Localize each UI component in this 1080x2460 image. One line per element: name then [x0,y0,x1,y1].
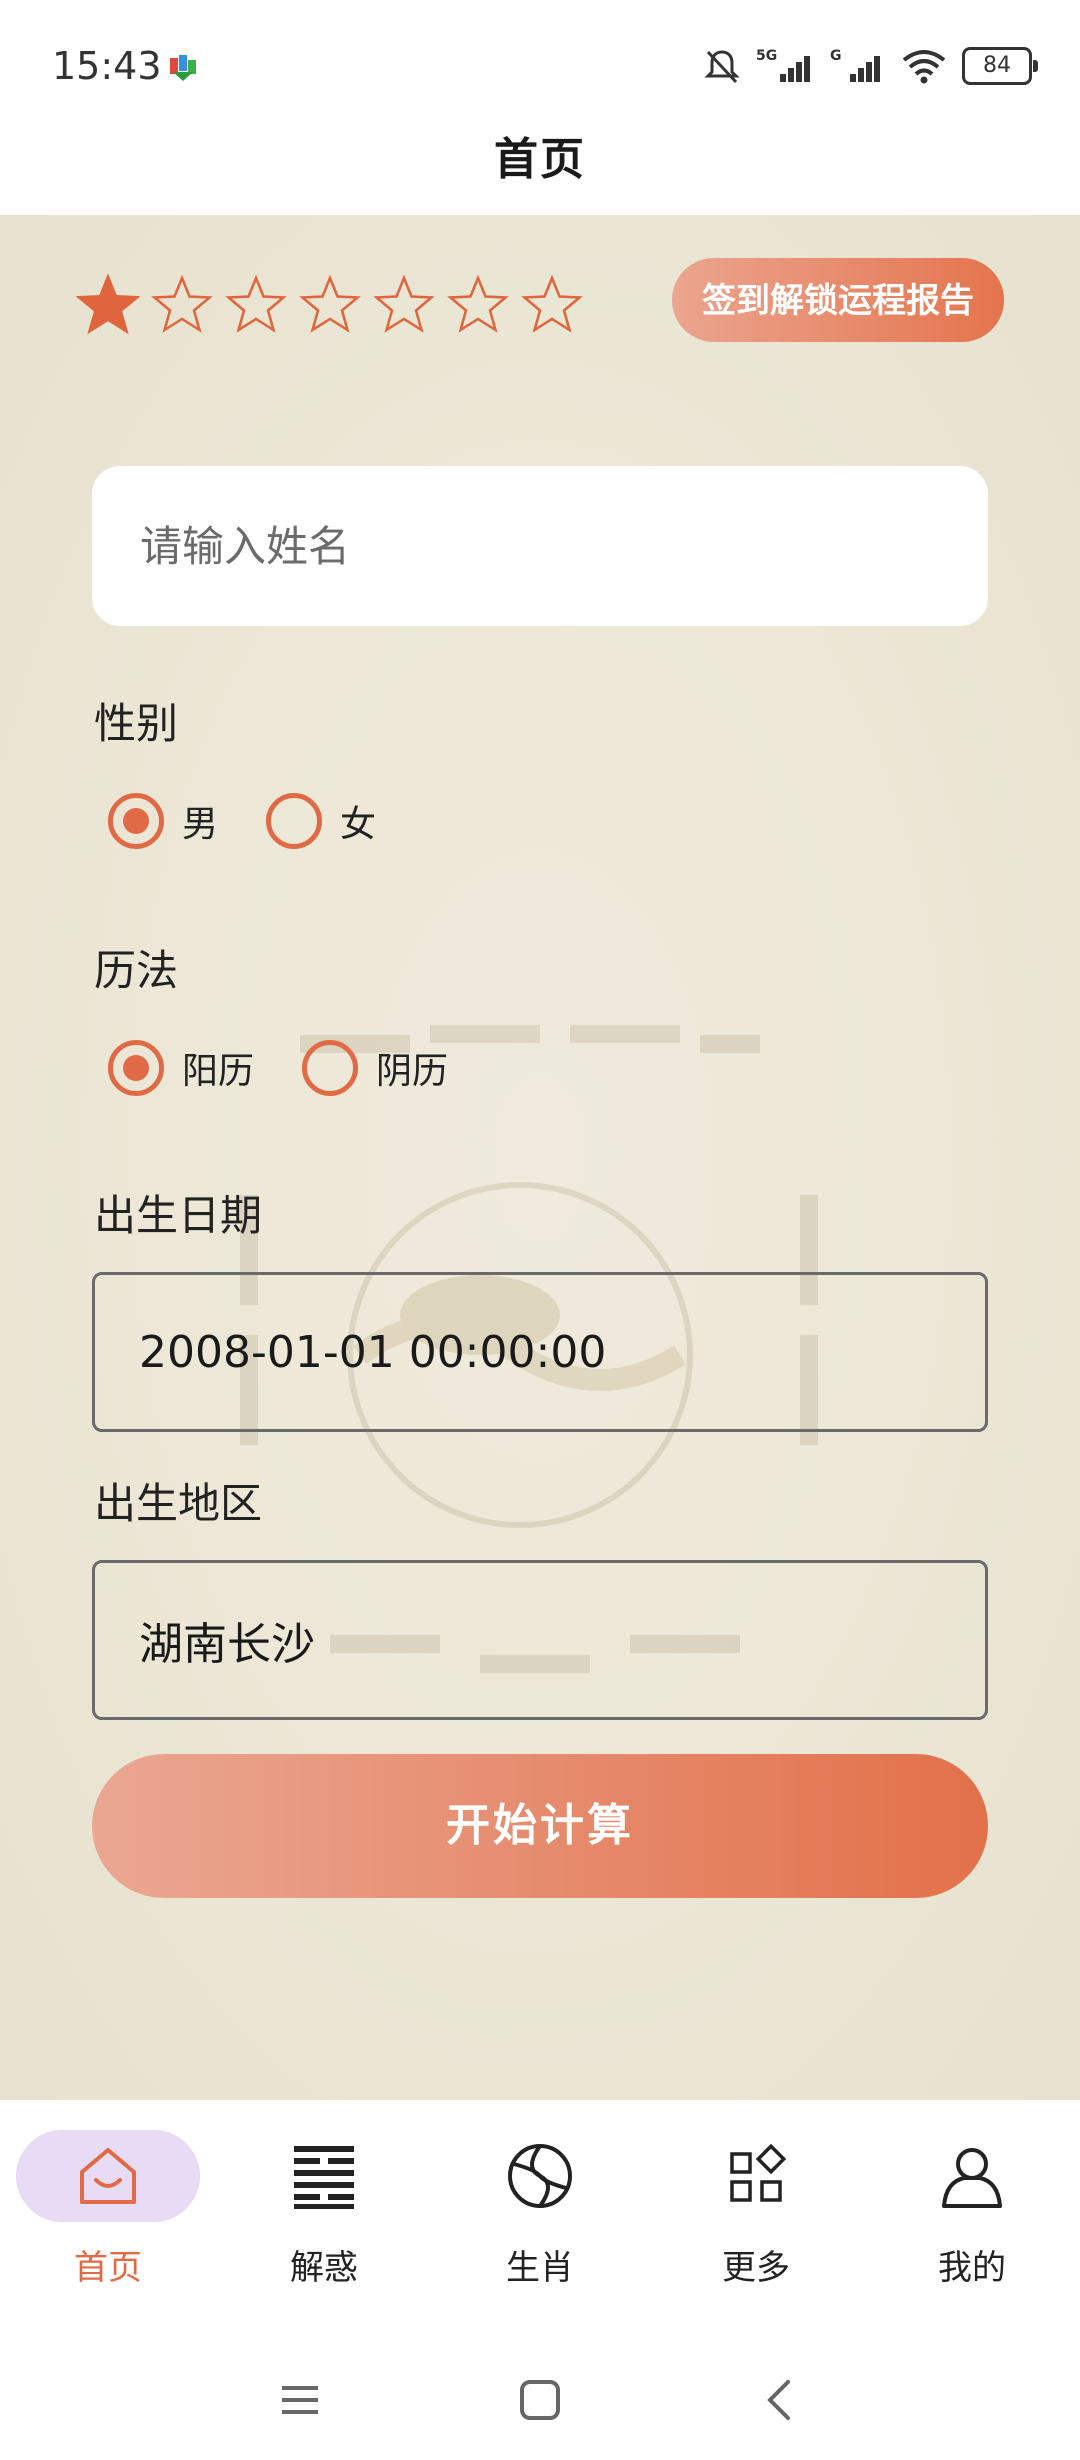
nav-item-profile[interactable]: 我的 [864,2130,1080,2320]
nav-icon-wrap [880,2130,1064,2222]
gender-option-male[interactable]: 男 [108,793,218,849]
nav-item-home[interactable]: 首页 [0,2130,216,2320]
system-nav-bar [0,2330,1080,2460]
app-notification-icon [170,55,196,81]
hexagram-icon [294,2146,354,2209]
star-rating[interactable] [76,272,584,336]
birth-date-field[interactable]: 2008-01-01 00:00:00 [92,1272,988,1432]
back-icon[interactable] [750,2370,810,2430]
status-icons: 5G G 84 [702,46,1038,86]
star-outline-icon[interactable] [372,272,436,336]
gender-option-label: 男 [182,804,219,845]
gender-option-label: 女 [340,804,377,845]
zodiac-icon [508,2144,572,2208]
birth-region-label: 出生地区 [94,1479,263,1528]
birth-date-label: 出生日期 [94,1191,263,1240]
status-bar: 15:43 5G G 84 [0,0,1080,135]
radio-checked-icon[interactable] [108,1040,164,1096]
checkin-unlock-report-button[interactable]: 签到解锁运程报告 [672,258,1004,342]
menu-icon[interactable] [270,2370,330,2430]
svg-text:G: G [830,48,842,64]
calendar-option-solar[interactable]: 阳历 [108,1040,254,1096]
name-input[interactable] [138,520,942,572]
nav-label: 解惑 [290,2248,358,2288]
nav-label: 首页 [74,2248,142,2288]
mute-icon [704,50,740,84]
start-calculate-button[interactable]: 开始计算 [92,1754,988,1898]
birth-region-value: 湖南长沙 [139,1619,315,1670]
bottom-nav: 首页 解惑 生肖 更多 我的 [0,2100,1080,2330]
gender-label: 性别 [94,699,179,748]
wifi-icon [902,50,946,84]
birth-region-field[interactable]: 湖南长沙 [92,1560,988,1720]
name-field[interactable] [92,466,988,626]
main-content: 签到解锁运程报告 性别 男 女 历法 阳历 阴历 [0,215,1080,2100]
calendar-label: 历法 [94,946,179,995]
battery-level: 84 [983,53,1011,78]
signal-5g-icon: 5G [756,48,810,82]
birth-date-value: 2008-01-01 00:00:00 [139,1326,607,1378]
nav-icon-wrap [664,2130,848,2222]
nav-item-zodiac[interactable]: 生肖 [432,2130,648,2320]
radio-unchecked-icon[interactable] [266,793,323,849]
star-outline-icon[interactable] [520,272,584,336]
calendar-option-label: 阳历 [182,1051,255,1092]
status-time: 15:43 [52,44,162,88]
home-icon [80,2148,136,2204]
signal-g-icon: G [830,48,880,82]
nav-item-more[interactable]: 更多 [648,2130,864,2320]
nav-label: 生肖 [506,2248,574,2288]
nav-label: 我的 [938,2248,1006,2288]
svg-text:5G: 5G [756,48,777,64]
star-outline-icon[interactable] [298,272,362,336]
home-square-icon[interactable] [510,2370,570,2430]
nav-label: 更多 [722,2248,790,2288]
star-filled-icon[interactable] [76,272,140,336]
app-bar: 首页 [0,120,1080,215]
radio-unchecked-icon[interactable] [302,1040,359,1096]
battery-icon: 84 [962,47,1038,85]
radio-checked-icon[interactable] [108,793,164,849]
calendar-radio-group: 阳历 阴历 [108,1040,496,1096]
star-outline-icon[interactable] [446,272,510,336]
page-title: 首页 [494,134,586,185]
screen: 15:43 5G G 84 首页 签到解锁运程报告 请输入姓名 性别 男 女 历… [0,0,1080,2460]
gender-radio-group: 男 女 [108,793,424,849]
grid-more-icon [730,2143,787,2202]
nav-icon-wrap [448,2130,632,2222]
calendar-option-label: 阴历 [376,1051,449,1092]
nav-icon-wrap [232,2130,416,2222]
nav-item-jiehuo[interactable]: 解惑 [216,2130,432,2320]
gender-option-female[interactable]: 女 [266,793,376,849]
nav-active-indicator [16,2130,200,2222]
star-outline-icon[interactable] [150,272,214,336]
profile-icon [942,2148,1002,2208]
calendar-option-lunar[interactable]: 阴历 [302,1040,448,1096]
star-outline-icon[interactable] [224,272,288,336]
